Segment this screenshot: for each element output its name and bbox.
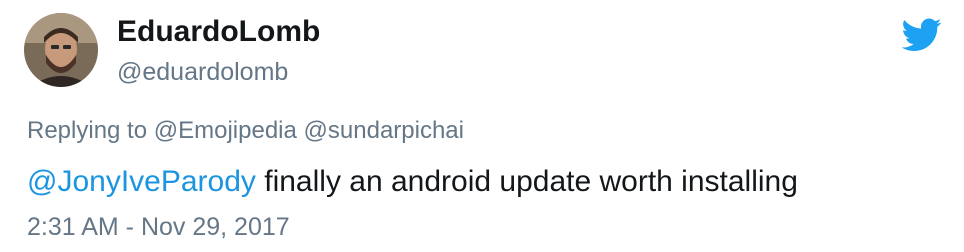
twitter-bird-glyph: [902, 18, 942, 51]
tweet-body: finally an android update worth installi…: [255, 165, 798, 198]
twitter-bird-icon[interactable]: [902, 18, 942, 52]
tweet-card: EduardoLomb @eduardolomb Replying to @Em…: [0, 0, 964, 252]
user-handle[interactable]: @eduardolomb: [117, 57, 288, 87]
tweet-mention-jonyiveparody[interactable]: @JonyIveParody: [27, 165, 256, 198]
tweet-timestamp[interactable]: 2:31 AM - Nov 29, 2017: [27, 212, 290, 242]
display-name[interactable]: EduardoLomb: [117, 14, 320, 50]
replying-to-label: Replying to: [27, 117, 148, 144]
replying-to-line: Replying to @Emojipedia @sundarpichai: [27, 116, 464, 146]
reply-mention-emojipedia[interactable]: @Emojipedia: [154, 117, 297, 144]
reply-mention-sundarpichai[interactable]: @sundarpichai: [304, 117, 464, 144]
user-avatar-icon: [24, 13, 98, 87]
avatar[interactable]: [24, 13, 98, 87]
tweet-text: @JonyIveParody finally an android update…: [27, 164, 798, 200]
